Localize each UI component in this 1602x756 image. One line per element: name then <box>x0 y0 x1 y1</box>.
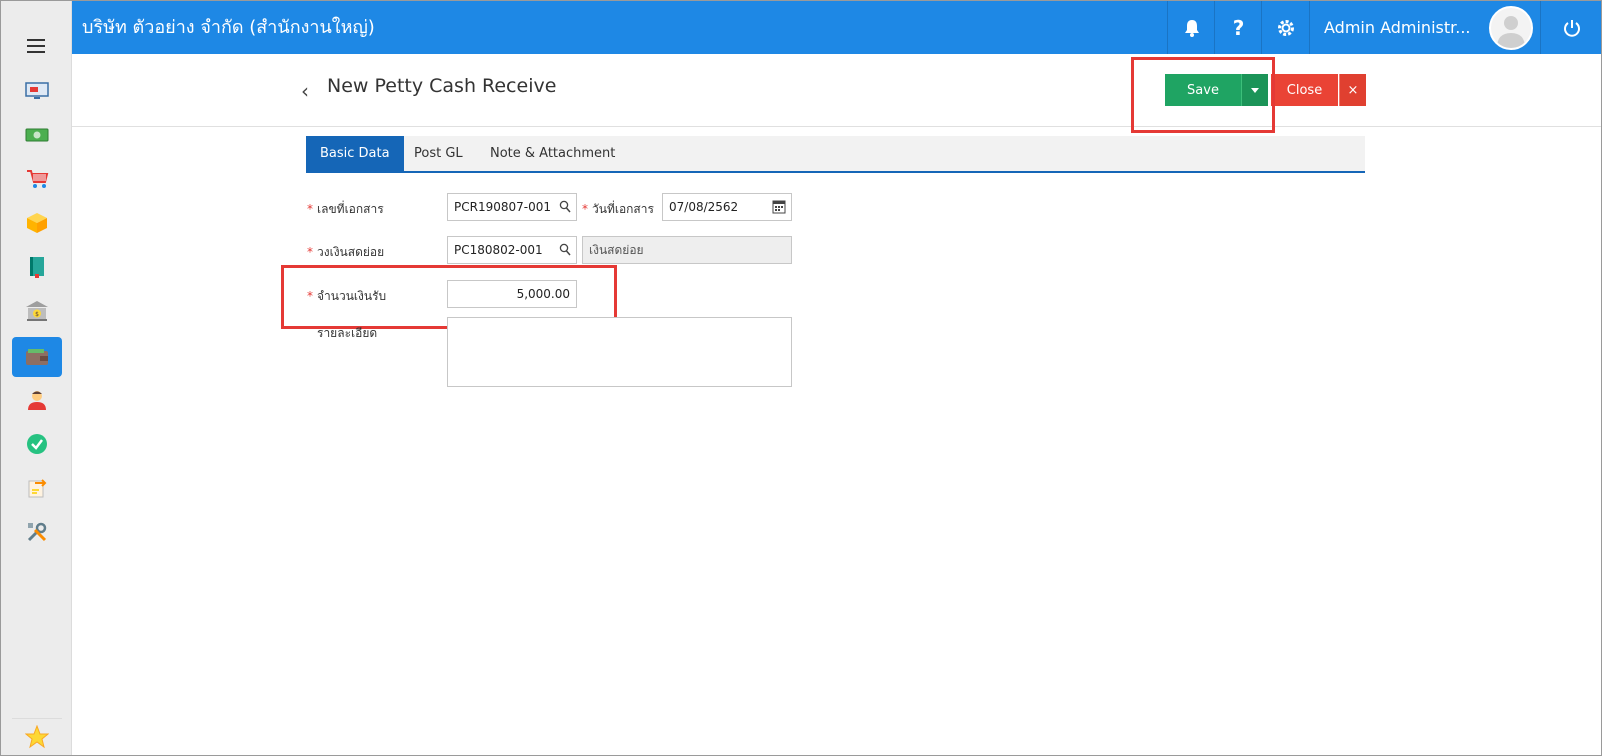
app-window: $ บริษัท ตัวอย่าง จำกัด (สำนักงานใหญ่) ? <box>0 0 1602 756</box>
company-name[interactable]: บริษัท ตัวอย่าง จำกัด (สำนักงานใหญ่) <box>82 1 375 54</box>
top-bar: บริษัท ตัวอย่าง จำกัด (สำนักงานใหญ่) ? A… <box>72 1 1601 54</box>
sidebar: $ <box>1 1 72 755</box>
logout-button[interactable] <box>1540 1 1601 54</box>
petty-cash-name-field: เงินสดย่อย <box>582 236 792 264</box>
cart-icon <box>27 170 49 188</box>
petty-cash-name-value: เงินสดย่อย <box>589 242 644 257</box>
sidebar-item-approve[interactable] <box>12 424 62 464</box>
doc-no-label: * เลขที่เอกสาร <box>307 202 384 216</box>
save-dropdown-button[interactable] <box>1241 74 1268 106</box>
tab-post-gl[interactable]: Post GL <box>400 136 477 171</box>
amount-field[interactable]: 5,000.00 <box>447 280 577 308</box>
sidebar-item-money[interactable] <box>12 115 62 155</box>
tools-icon <box>27 522 47 542</box>
doc-date-value: 07/08/2562 <box>669 200 739 214</box>
close-button[interactable]: Close <box>1271 74 1338 106</box>
star-icon <box>25 725 49 749</box>
page-title: New Petty Cash Receive <box>327 75 557 97</box>
search-icon[interactable] <box>559 243 571 257</box>
detail-label: รายละเอียด <box>317 326 378 340</box>
wallet-icon <box>26 349 48 365</box>
sidebar-item-petty-cash[interactable] <box>12 337 62 377</box>
settings-button[interactable] <box>1261 1 1310 54</box>
detail-textarea[interactable] <box>447 317 792 387</box>
notifications-button[interactable] <box>1167 1 1215 54</box>
tab-basic-data[interactable]: Basic Data <box>306 136 404 171</box>
hamburger-menu-icon[interactable] <box>27 39 45 53</box>
tab-note-attachment[interactable]: Note & Attachment <box>476 136 629 171</box>
avatar <box>1488 5 1533 50</box>
close-x-button[interactable]: × <box>1339 74 1366 106</box>
help-icon: ? <box>1232 15 1245 40</box>
dashboard-icon <box>25 82 49 99</box>
sidebar-item-cart[interactable] <box>12 159 62 199</box>
sidebar-item-bank[interactable]: $ <box>12 291 62 331</box>
sidebar-item-settings-tools[interactable] <box>12 512 62 552</box>
petty-cash-label: * วงเงินสดย่อย <box>307 245 385 259</box>
check-icon <box>27 434 47 454</box>
tab-bar: Basic Data Post GL Note & Attachment <box>306 136 1365 173</box>
search-icon[interactable] <box>559 200 571 214</box>
doc-no-field[interactable]: PCR190807-001 <box>447 193 577 221</box>
favorites[interactable] <box>12 718 62 755</box>
caret-down-icon <box>1251 87 1259 93</box>
person-icon <box>28 391 46 410</box>
back-button[interactable]: ‹ <box>301 79 309 103</box>
box-icon <box>27 213 47 233</box>
doc-date-field[interactable]: 07/08/2562 <box>662 193 792 221</box>
power-icon <box>1563 19 1580 37</box>
bank-icon: $ <box>26 301 48 321</box>
bell-icon <box>1184 19 1199 37</box>
sidebar-item-ledger[interactable] <box>12 247 62 287</box>
sidebar-item-inventory[interactable] <box>12 203 62 243</box>
transfer-icon <box>28 479 47 498</box>
user-menu[interactable]: Admin Administr... <box>1309 1 1540 54</box>
help-button[interactable]: ? <box>1214 1 1262 54</box>
sidebar-item-dashboard[interactable] <box>12 71 62 111</box>
sidebar-item-transfer[interactable] <box>12 468 62 508</box>
petty-cash-value: PC180802-001 <box>454 243 543 257</box>
amount-label: * จำนวนเงินรับ <box>307 289 387 303</box>
book-icon <box>30 257 44 278</box>
money-icon <box>25 128 49 142</box>
gear-icon <box>1278 19 1294 36</box>
user-name: Admin Administr... <box>1324 18 1471 37</box>
amount-value: 5,000.00 <box>516 287 570 301</box>
doc-date-label: * วันที่เอกสาร <box>582 202 654 216</box>
calendar-icon[interactable] <box>772 199 786 214</box>
petty-cash-field[interactable]: PC180802-001 <box>447 236 577 264</box>
svg-text:$: $ <box>35 311 39 318</box>
save-button[interactable]: Save <box>1165 74 1241 106</box>
doc-no-value: PCR190807-001 <box>454 200 551 214</box>
sidebar-item-employee[interactable] <box>12 380 62 420</box>
